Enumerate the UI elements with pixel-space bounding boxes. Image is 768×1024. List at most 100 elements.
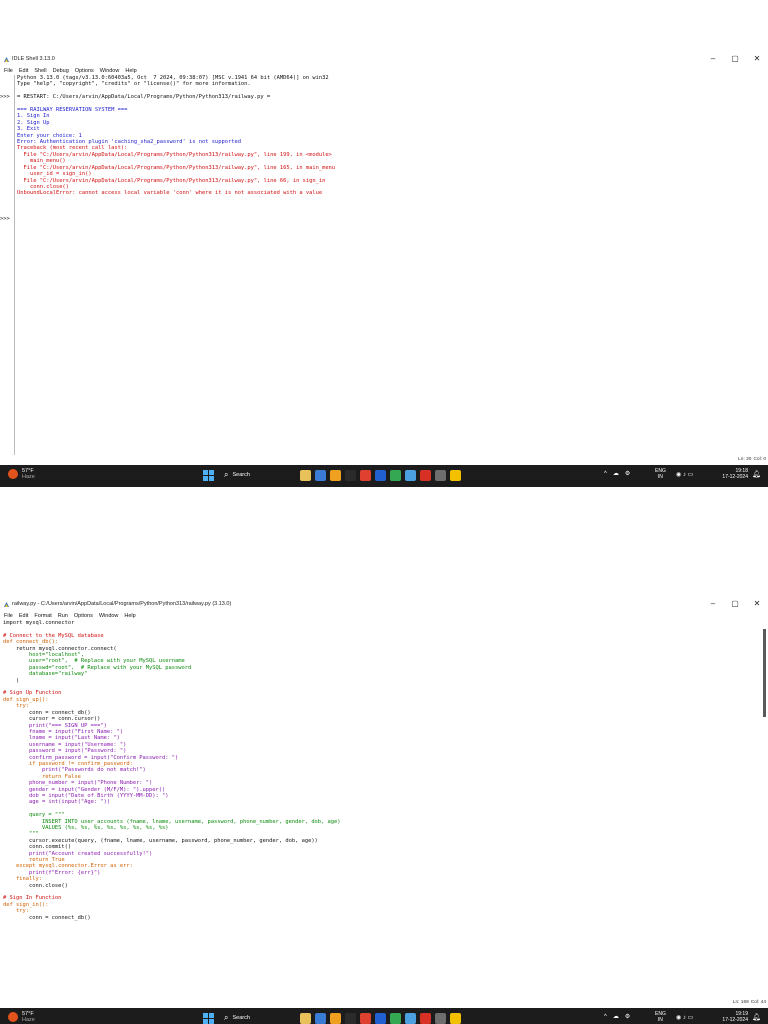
search-label: Search: [232, 472, 250, 478]
taskbar-app-icon[interactable]: [345, 470, 356, 481]
menu-help[interactable]: Help: [125, 68, 136, 74]
menu-help[interactable]: Help: [124, 613, 135, 619]
taskbar-app-icon[interactable]: [450, 470, 461, 481]
shell-menubar: File Edit Shell Debug Options Window Hel…: [0, 66, 768, 75]
python-idle-icon: [3, 56, 10, 63]
chevron-up-icon[interactable]: ^: [604, 1014, 607, 1020]
editor-scrollbar[interactable]: [763, 629, 766, 717]
shell-output[interactable]: Python 3.13.0 (tags/v3.13.0:60403a5, Oct…: [17, 75, 768, 455]
taskbar-app-icon[interactable]: [330, 470, 341, 481]
taskbar-app-icon[interactable]: [390, 1013, 401, 1024]
taskbar-app-icon[interactable]: [405, 470, 416, 481]
notification-bell-icon[interactable]: 🔔︎: [752, 470, 761, 478]
clock[interactable]: 19:18 17-12-2024: [712, 468, 748, 480]
menu-edit[interactable]: Edit: [19, 68, 28, 74]
menu-shell[interactable]: Shell: [34, 68, 46, 74]
close-button[interactable]: ✕: [746, 597, 768, 611]
status-col: Col: 0: [753, 457, 766, 462]
cloud-icon[interactable]: ☁: [613, 470, 619, 477]
shell-statusbar: Ln: 20 Col: 0: [0, 455, 768, 464]
taskbar-app-icon[interactable]: [360, 470, 371, 481]
taskbar-app-icon[interactable]: [345, 1013, 356, 1024]
shell-window: IDLE Shell 3.13.0 – ▢ ✕ File Edit Shell …: [0, 52, 768, 464]
close-button[interactable]: ✕: [746, 52, 768, 66]
taskbar-app-icon[interactable]: [375, 470, 386, 481]
weather-widget[interactable]: 57°F Haze: [8, 468, 35, 480]
search-icon: ⌕: [224, 1013, 229, 1022]
menu-debug[interactable]: Debug: [53, 68, 69, 74]
menu-options[interactable]: Options: [74, 613, 93, 619]
editor-titlebar[interactable]: railway.py - C:/Users/arvin/AppData/Loca…: [0, 597, 768, 611]
taskbar-apps: [300, 470, 465, 481]
editor-statusbar: Ln: 169 Col: 44: [0, 998, 768, 1007]
shell-prompt: >>>: [0, 215, 10, 222]
code-line: conn = connect_db(): [3, 914, 91, 921]
shell-gutter-divider: [14, 75, 15, 455]
menu-format[interactable]: Format: [34, 613, 51, 619]
taskbar-app-icon[interactable]: [405, 1013, 416, 1024]
menu-run[interactable]: Run: [58, 613, 68, 619]
clock[interactable]: 19:19 17-12-2024: [712, 1011, 748, 1023]
taskbar: 57°F Haze ⌕ Search ^ ☁ ⚙ ENG IN ◉ ♪ ▭ 19…: [0, 1008, 768, 1024]
shell-output-line: UnboundLocalError: cannot access local v…: [17, 190, 323, 197]
maximize-button[interactable]: ▢: [724, 597, 746, 611]
taskbar-app-icon[interactable]: [420, 470, 431, 481]
search-label: Search: [232, 1015, 250, 1021]
taskbar: 57°F Haze ⌕ Search ^ ☁ ⚙ ENG IN ◉ ♪ ▭ 19…: [0, 465, 768, 487]
status-line: Ln: 169: [732, 1000, 749, 1005]
taskbar-app-icon[interactable]: [450, 1013, 461, 1024]
python-file-icon: [3, 601, 10, 608]
minimize-button[interactable]: –: [702, 597, 724, 611]
taskbar-app-icon[interactable]: [435, 1013, 446, 1024]
taskbar-search[interactable]: ⌕ Search: [224, 470, 250, 480]
menu-file[interactable]: File: [4, 68, 13, 74]
code-editor[interactable]: import mysql.connector # Connect to the …: [3, 620, 768, 998]
editor-window: railway.py - C:/Users/arvin/AppData/Loca…: [0, 597, 768, 1007]
taskbar-app-icon[interactable]: [315, 470, 326, 481]
system-tray: ^ ☁ ⚙: [604, 470, 636, 478]
shell-prompt-gutter: >>> >>>: [0, 75, 14, 222]
editor-window-title: railway.py - C:/Users/arvin/AppData/Loca…: [12, 601, 232, 607]
taskbar-app-icon[interactable]: [315, 1013, 326, 1024]
menu-options[interactable]: Options: [75, 68, 94, 74]
minimize-button[interactable]: –: [702, 52, 724, 66]
menu-window[interactable]: Window: [99, 613, 119, 619]
windows-start-icon[interactable]: [203, 1013, 214, 1024]
taskbar-app-icon[interactable]: [420, 1013, 431, 1024]
taskbar-app-icon[interactable]: [360, 1013, 371, 1024]
taskbar-app-icon[interactable]: [330, 1013, 341, 1024]
shell-titlebar[interactable]: IDLE Shell 3.13.0 – ▢ ✕: [0, 52, 768, 66]
taskbar-app-icon[interactable]: [375, 1013, 386, 1024]
network-volume-battery-icons[interactable]: ◉ ♪ ▭: [676, 471, 693, 478]
language-indicator[interactable]: ENG IN: [655, 468, 666, 480]
taskbar-app-icon[interactable]: [390, 470, 401, 481]
taskbar-apps: [300, 1013, 465, 1024]
status-col: Col: 44: [750, 1000, 766, 1005]
weather-desc: Haze: [22, 474, 35, 480]
status-line: Ln: 20: [738, 457, 752, 462]
taskbar-app-icon[interactable]: [435, 470, 446, 481]
taskbar-app-icon[interactable]: [300, 1013, 311, 1024]
weather-desc: Haze: [22, 1017, 35, 1023]
weather-icon: [8, 1012, 18, 1022]
weather-widget[interactable]: 57°F Haze: [8, 1011, 35, 1023]
notification-bell-icon[interactable]: 🔔︎: [752, 1013, 761, 1021]
menu-file[interactable]: File: [4, 613, 13, 619]
system-tray: ^ ☁ ⚙: [604, 1013, 636, 1021]
shell-window-title: IDLE Shell 3.13.0: [12, 56, 55, 62]
editor-menubar: File Edit Format Run Options Window Help: [0, 611, 768, 620]
settings-icon[interactable]: ⚙: [625, 1013, 630, 1020]
network-volume-battery-icons[interactable]: ◉ ♪ ▭: [676, 1014, 693, 1021]
language-indicator[interactable]: ENG IN: [655, 1011, 666, 1023]
settings-icon[interactable]: ⚙: [625, 470, 630, 477]
cloud-icon[interactable]: ☁: [613, 1013, 619, 1020]
search-icon: ⌕: [224, 470, 229, 479]
chevron-up-icon[interactable]: ^: [604, 471, 607, 477]
taskbar-search[interactable]: ⌕ Search: [224, 1013, 250, 1023]
menu-edit[interactable]: Edit: [19, 613, 28, 619]
menu-window[interactable]: Window: [100, 68, 120, 74]
weather-icon: [8, 469, 18, 479]
maximize-button[interactable]: ▢: [724, 52, 746, 66]
taskbar-app-icon[interactable]: [300, 470, 311, 481]
windows-start-icon[interactable]: [203, 470, 214, 481]
